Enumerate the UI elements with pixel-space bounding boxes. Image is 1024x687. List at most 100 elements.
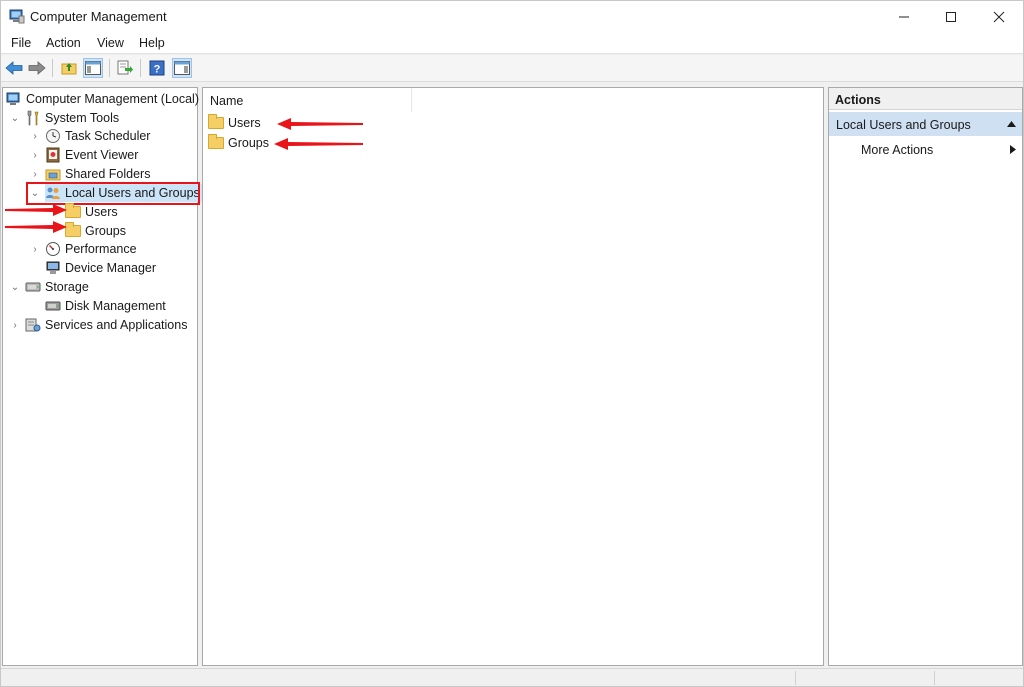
title-bar: Computer Management [1,1,1023,32]
computer-management-icon [9,9,25,24]
system-tools-icon [25,110,41,126]
list-item-groups[interactable]: Groups [208,134,269,152]
folder-up-icon [61,63,77,75]
maximize-button[interactable] [928,1,974,32]
content-list-panel: Name Users Groups [202,87,824,666]
collapse-up-icon [1007,121,1016,127]
computer-management-window: Computer Management File Action View Hel… [0,0,1024,687]
tree-label-task-scheduler: Task Scheduler [65,129,151,143]
tree-item-users[interactable]: Users [65,203,118,221]
tree-label-event-viewer: Event Viewer [65,148,139,162]
performance-icon [45,241,61,257]
menu-action[interactable]: Action [46,36,81,50]
help-icon: ? [149,60,165,76]
status-bar [1,668,1023,686]
minimize-icon [899,16,909,17]
computer-icon [6,91,22,107]
clock-icon [45,128,61,144]
list-item-label: Users [228,116,261,130]
event-viewer-icon [45,147,61,163]
actions-section-label: Local Users and Groups [836,118,971,132]
action-pane-icon [174,61,190,75]
tree-label-services-and-applications: Services and Applications [45,318,188,332]
tree-label-performance: Performance [65,242,137,256]
red-arrow-annotation [277,118,363,130]
toolbar-separator [52,59,53,77]
tree-item-event-viewer[interactable]: Event Viewer [45,146,138,164]
menu-file[interactable]: File [11,36,31,50]
red-arrow-annotation [274,138,363,150]
back-arrow-icon [5,61,23,75]
actions-section-local-users-and-groups[interactable]: Local Users and Groups [829,112,1022,136]
up-one-level-button[interactable] [59,58,79,78]
tree-label-disk-management: Disk Management [65,299,166,313]
menu-bar: File Action View Help [1,32,1023,54]
tree-item-storage[interactable]: Storage [25,278,89,296]
chevron-down-icon[interactable]: ⌄ [10,283,20,293]
tree-item-device-manager[interactable]: Device Manager [45,259,156,277]
disk-management-icon [45,298,61,314]
window-title: Computer Management [30,9,167,24]
close-icon [993,11,1005,22]
svg-text:?: ? [154,64,161,76]
menu-help[interactable]: Help [139,36,165,50]
tree-label-storage: Storage [45,280,89,294]
status-divider [934,671,935,685]
tree-label-groups: Groups [85,224,126,238]
chevron-down-icon[interactable]: ⌄ [10,114,20,124]
tree-item-system-tools[interactable]: System Tools [25,109,119,127]
console-tree-icon [85,61,101,75]
tree-label-system-tools: System Tools [45,111,120,125]
show-hide-console-tree-button[interactable] [83,58,103,78]
tree-item-task-scheduler[interactable]: Task Scheduler [45,127,150,145]
tree-label-device-manager: Device Manager [65,261,157,275]
actions-panel: Actions Local Users and Groups More Acti… [828,87,1023,666]
folder-icon [208,114,224,131]
tree-item-performance[interactable]: Performance [45,240,137,258]
tree-item-groups[interactable]: Groups [65,222,126,240]
tree-item-shared-folders[interactable]: Shared Folders [45,165,150,183]
submenu-right-icon [1010,145,1016,154]
chevron-right-icon[interactable]: › [30,151,40,161]
help-button[interactable]: ? [147,58,167,78]
close-button[interactable] [976,1,1022,32]
tree-label-root: Computer Management (Local) [26,92,199,106]
minimize-button[interactable] [881,1,927,32]
folder-icon [208,134,224,151]
forward-arrow-icon [28,61,46,75]
status-divider [795,671,796,685]
column-header-label: Name [210,94,244,108]
list-item-users[interactable]: Users [208,114,261,132]
red-arrow-annotation [5,221,67,233]
forward-button[interactable] [27,58,47,78]
list-item-label: Groups [228,136,269,150]
red-arrow-annotation [5,204,67,216]
chevron-right-icon[interactable]: › [30,170,40,180]
chevron-right-icon[interactable]: › [30,132,40,142]
menu-view[interactable]: View [97,36,124,50]
tree-item-computer-management[interactable]: Computer Management (Local) [6,90,199,108]
show-hide-action-pane-button[interactable] [172,58,192,78]
actions-header-label: Actions [835,93,881,107]
folder-icon [65,203,81,220]
export-list-button[interactable] [115,58,135,78]
tree-label-users: Users [85,205,118,219]
folder-icon [65,222,81,239]
export-list-icon [117,60,133,75]
toolbar-separator [109,59,110,77]
storage-icon [25,279,41,295]
actions-header: Actions [829,88,1022,110]
tree-item-services-and-applications[interactable]: Services and Applications [25,316,187,334]
column-header-name[interactable]: Name [203,88,412,112]
chevron-right-icon[interactable]: › [10,321,20,331]
toolbar-separator [140,59,141,77]
more-actions-item[interactable]: More Actions [829,140,1022,160]
tree-item-disk-management[interactable]: Disk Management [45,297,166,315]
device-manager-icon [45,260,61,276]
chevron-right-icon[interactable]: › [30,245,40,255]
shared-folder-icon [45,166,61,182]
services-icon [25,317,41,333]
toolbar: ? [1,55,1023,82]
highlight-box [26,182,200,205]
back-button[interactable] [4,58,24,78]
